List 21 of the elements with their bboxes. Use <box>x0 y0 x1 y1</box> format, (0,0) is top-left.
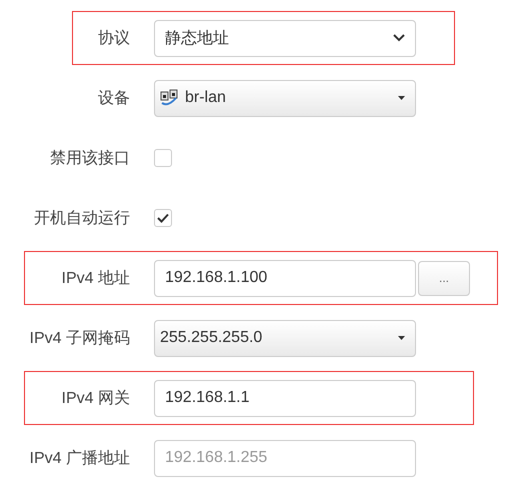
field-label: 禁用该接口 <box>49 148 130 168</box>
caret-down-icon <box>398 96 405 100</box>
field-label: IPv4 子网掩码 <box>28 328 130 348</box>
field-label: IPv4 网关 <box>60 388 130 408</box>
chevron-down-icon <box>393 34 405 42</box>
field-label: 协议 <box>97 28 130 48</box>
protocol-select[interactable]: 静态地址 <box>154 20 416 56</box>
address-field[interactable]: 192.168.1.100 <box>154 260 416 296</box>
field-label: 开机自动运行 <box>33 208 130 228</box>
field-label: 设备 <box>97 88 130 108</box>
field-label: IPv4 地址 <box>60 268 130 288</box>
device-select[interactable]: br-lan <box>154 80 416 116</box>
caret-down-icon <box>398 336 405 340</box>
checkbox[interactable] <box>154 209 172 227</box>
field-label: IPv4 广播地址 <box>28 448 130 468</box>
gateway-field[interactable]: 192.168.1.1 <box>154 380 416 416</box>
checkbox[interactable] <box>154 149 172 167</box>
network-ports-icon <box>160 89 180 107</box>
netmask-select[interactable]: 255.255.255.0 <box>154 320 416 356</box>
broadcast-field[interactable]: 192.168.1.255 <box>154 440 416 476</box>
more-button[interactable]: ... <box>418 260 470 296</box>
